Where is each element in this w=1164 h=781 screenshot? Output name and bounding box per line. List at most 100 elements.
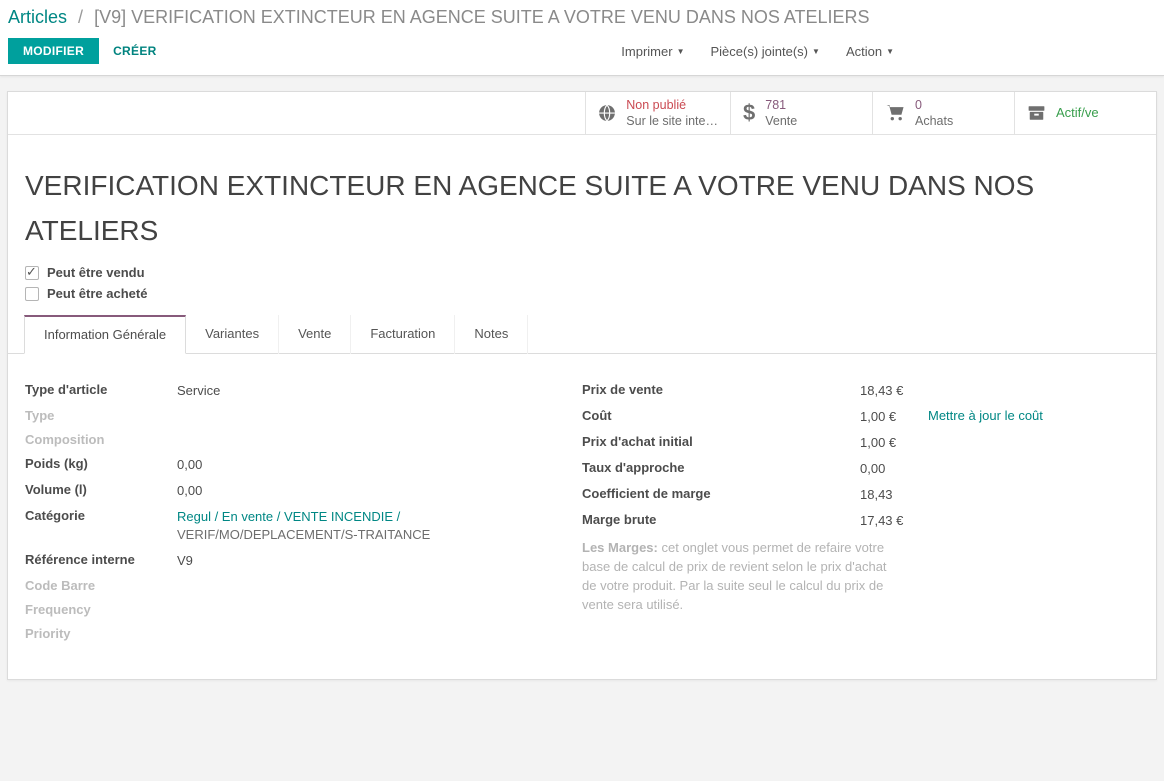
sales-label: Vente (765, 113, 797, 129)
check-icon: ✓ (26, 264, 37, 280)
field-label: Coût (582, 408, 860, 423)
field-value: 0,00 (177, 456, 202, 474)
tab-facturation[interactable]: Facturation (351, 315, 455, 354)
marges-help-lead: Les Marges: (582, 540, 658, 555)
breadcrumb-separator: / (78, 7, 83, 27)
globe-icon (598, 104, 616, 122)
action-menu[interactable]: Action ▼ (846, 44, 894, 59)
field-label: Référence interne (25, 552, 177, 567)
tab-information-generale[interactable]: Information Générale (24, 315, 186, 354)
dollar-icon: $ (743, 102, 755, 124)
field-taux-approche: Taux d'approche 0,00 (582, 460, 1139, 478)
purchases-stat-button[interactable]: 0 Achats (872, 92, 1014, 134)
caret-down-icon: ▼ (812, 47, 820, 56)
field-composition: Composition (25, 432, 582, 448)
action-menu-label: Action (846, 44, 882, 59)
field-value: 18,43 € (860, 382, 903, 400)
sales-count: 781 (765, 97, 797, 113)
imprimer-menu-label: Imprimer (621, 44, 672, 59)
statusbar: Non publié Sur le site inte… $ 781 Vente… (8, 92, 1156, 135)
imprimer-menu[interactable]: Imprimer ▼ (621, 44, 684, 59)
field-coefficient-marge: Coefficient de marge 18,43 (582, 486, 1139, 504)
field-value: 1,00 € (860, 434, 896, 452)
sales-stat-button[interactable]: $ 781 Vente (730, 92, 872, 134)
can-be-sold-checkbox[interactable]: ✓ (25, 266, 39, 280)
mettre-a-jour-cout-link[interactable]: Mettre à jour le coût (928, 408, 1043, 423)
field-value: Service (177, 382, 220, 400)
can-be-purchased-label: Peut être acheté (47, 286, 147, 301)
field-label: Type (25, 408, 177, 423)
breadcrumb-articles-link[interactable]: Articles (8, 7, 67, 27)
field-value: 0,00 (860, 460, 885, 478)
field-value: 1,00 € (860, 408, 910, 426)
purchases-label: Achats (915, 113, 953, 129)
archive-box-icon (1027, 104, 1046, 122)
breadcrumb: Articles / [V9] VERIFICATION EXTINCTEUR … (8, 7, 1148, 28)
field-label: Frequency (25, 602, 177, 617)
active-status-text: Actif/ve (1056, 105, 1099, 122)
field-prix-de-vente: Prix de vente 18,43 € (582, 382, 1139, 400)
can-be-sold-label: Peut être vendu (47, 265, 145, 280)
field-categorie: Catégorie Regul / En vente / VENTE INCEN… (25, 508, 582, 544)
can-be-purchased-checkbox[interactable]: ✓ (25, 287, 39, 301)
tab-notes[interactable]: Notes (455, 315, 528, 354)
pieces-jointes-menu-label: Pièce(s) jointe(s) (710, 44, 808, 59)
field-label: Marge brute (582, 512, 860, 527)
fields-column-left: Type d'article Service Type Composition … (25, 382, 582, 650)
pieces-jointes-menu[interactable]: Pièce(s) jointe(s) ▼ (710, 44, 819, 59)
field-label: Catégorie (25, 508, 177, 523)
field-value: 17,43 € (860, 512, 903, 530)
field-type-article: Type d'article Service (25, 382, 582, 400)
field-label: Taux d'approche (582, 460, 860, 475)
field-label: Priority (25, 626, 177, 641)
tab-vente[interactable]: Vente (279, 315, 351, 354)
can-be-sold-checkbox-row[interactable]: ✓ Peut être vendu (25, 265, 1139, 280)
product-title[interactable]: VERIFICATION EXTINCTEUR EN AGENCE SUITE … (25, 163, 1045, 253)
field-marge-brute: Marge brute 17,43 € (582, 512, 1139, 530)
caret-down-icon: ▼ (677, 47, 685, 56)
fields-column-right: Prix de vente 18,43 € Coût 1,00 € Mettre… (582, 382, 1139, 650)
field-priority: Priority (25, 626, 582, 642)
purchases-count: 0 (915, 97, 953, 113)
creer-button[interactable]: CRÉER (113, 44, 157, 58)
field-prix-achat-initial: Prix d'achat initial 1,00 € (582, 434, 1139, 452)
field-label: Code Barre (25, 578, 177, 593)
field-label: Poids (kg) (25, 456, 177, 471)
categorie-link[interactable]: Regul / En vente / VENTE INCENDIE / (177, 509, 400, 524)
field-label: Volume (l) (25, 482, 177, 497)
active-toggle-stat-button[interactable]: Actif/ve (1014, 92, 1156, 134)
field-type: Type (25, 408, 582, 424)
breadcrumb-current-record: [V9] VERIFICATION EXTINCTEUR EN AGENCE S… (94, 7, 870, 27)
form-sheet: Non publié Sur le site inte… $ 781 Vente… (7, 91, 1157, 680)
field-label: Type d'article (25, 382, 177, 397)
field-frequency: Frequency (25, 602, 582, 618)
can-be-purchased-checkbox-row[interactable]: ✓ Peut être acheté (25, 286, 1139, 301)
tab-variantes[interactable]: Variantes (186, 315, 279, 354)
field-code-barre: Code Barre (25, 578, 582, 594)
website-publish-stat-button[interactable]: Non publié Sur le site inte… (585, 92, 730, 134)
field-value: V9 (177, 552, 193, 570)
tab-page-information-generale: Type d'article Service Type Composition … (25, 354, 1139, 650)
form-view-background: Non publié Sur le site inte… $ 781 Vente… (0, 76, 1164, 680)
caret-down-icon: ▼ (886, 47, 894, 56)
categorie-link-line2: VERIF/MO/DEPLACEMENT/S-TRAITANCE (177, 527, 430, 542)
notebook-tabs: Information Générale Variantes Vente Fac… (8, 315, 1156, 354)
field-value: 18,43 (860, 486, 893, 504)
field-label: Prix d'achat initial (582, 434, 860, 449)
control-panel: Articles / [V9] VERIFICATION EXTINCTEUR … (0, 0, 1164, 76)
field-label: Prix de vente (582, 382, 860, 397)
shopping-cart-icon (885, 104, 905, 122)
publish-status-text: Non publié (626, 97, 718, 113)
marges-help-text: Les Marges: cet onglet vous permet de re… (582, 538, 896, 614)
field-poids: Poids (kg) 0,00 (25, 456, 582, 474)
field-volume: Volume (l) 0,00 (25, 482, 582, 500)
field-label: Composition (25, 432, 177, 447)
field-label: Coefficient de marge (582, 486, 860, 501)
field-reference-interne: Référence interne V9 (25, 552, 582, 570)
field-cout: Coût 1,00 € Mettre à jour le coût (582, 408, 1139, 426)
action-menus: Imprimer ▼ Pièce(s) jointe(s) ▼ Action ▼ (621, 44, 894, 59)
modifier-button[interactable]: MODIFIER (8, 38, 99, 64)
publish-status-subtext: Sur le site inte… (626, 113, 718, 129)
field-value: 0,00 (177, 482, 202, 500)
control-panel-buttons-row: MODIFIER CRÉER Imprimer ▼ Pièce(s) jointe… (8, 38, 1148, 64)
